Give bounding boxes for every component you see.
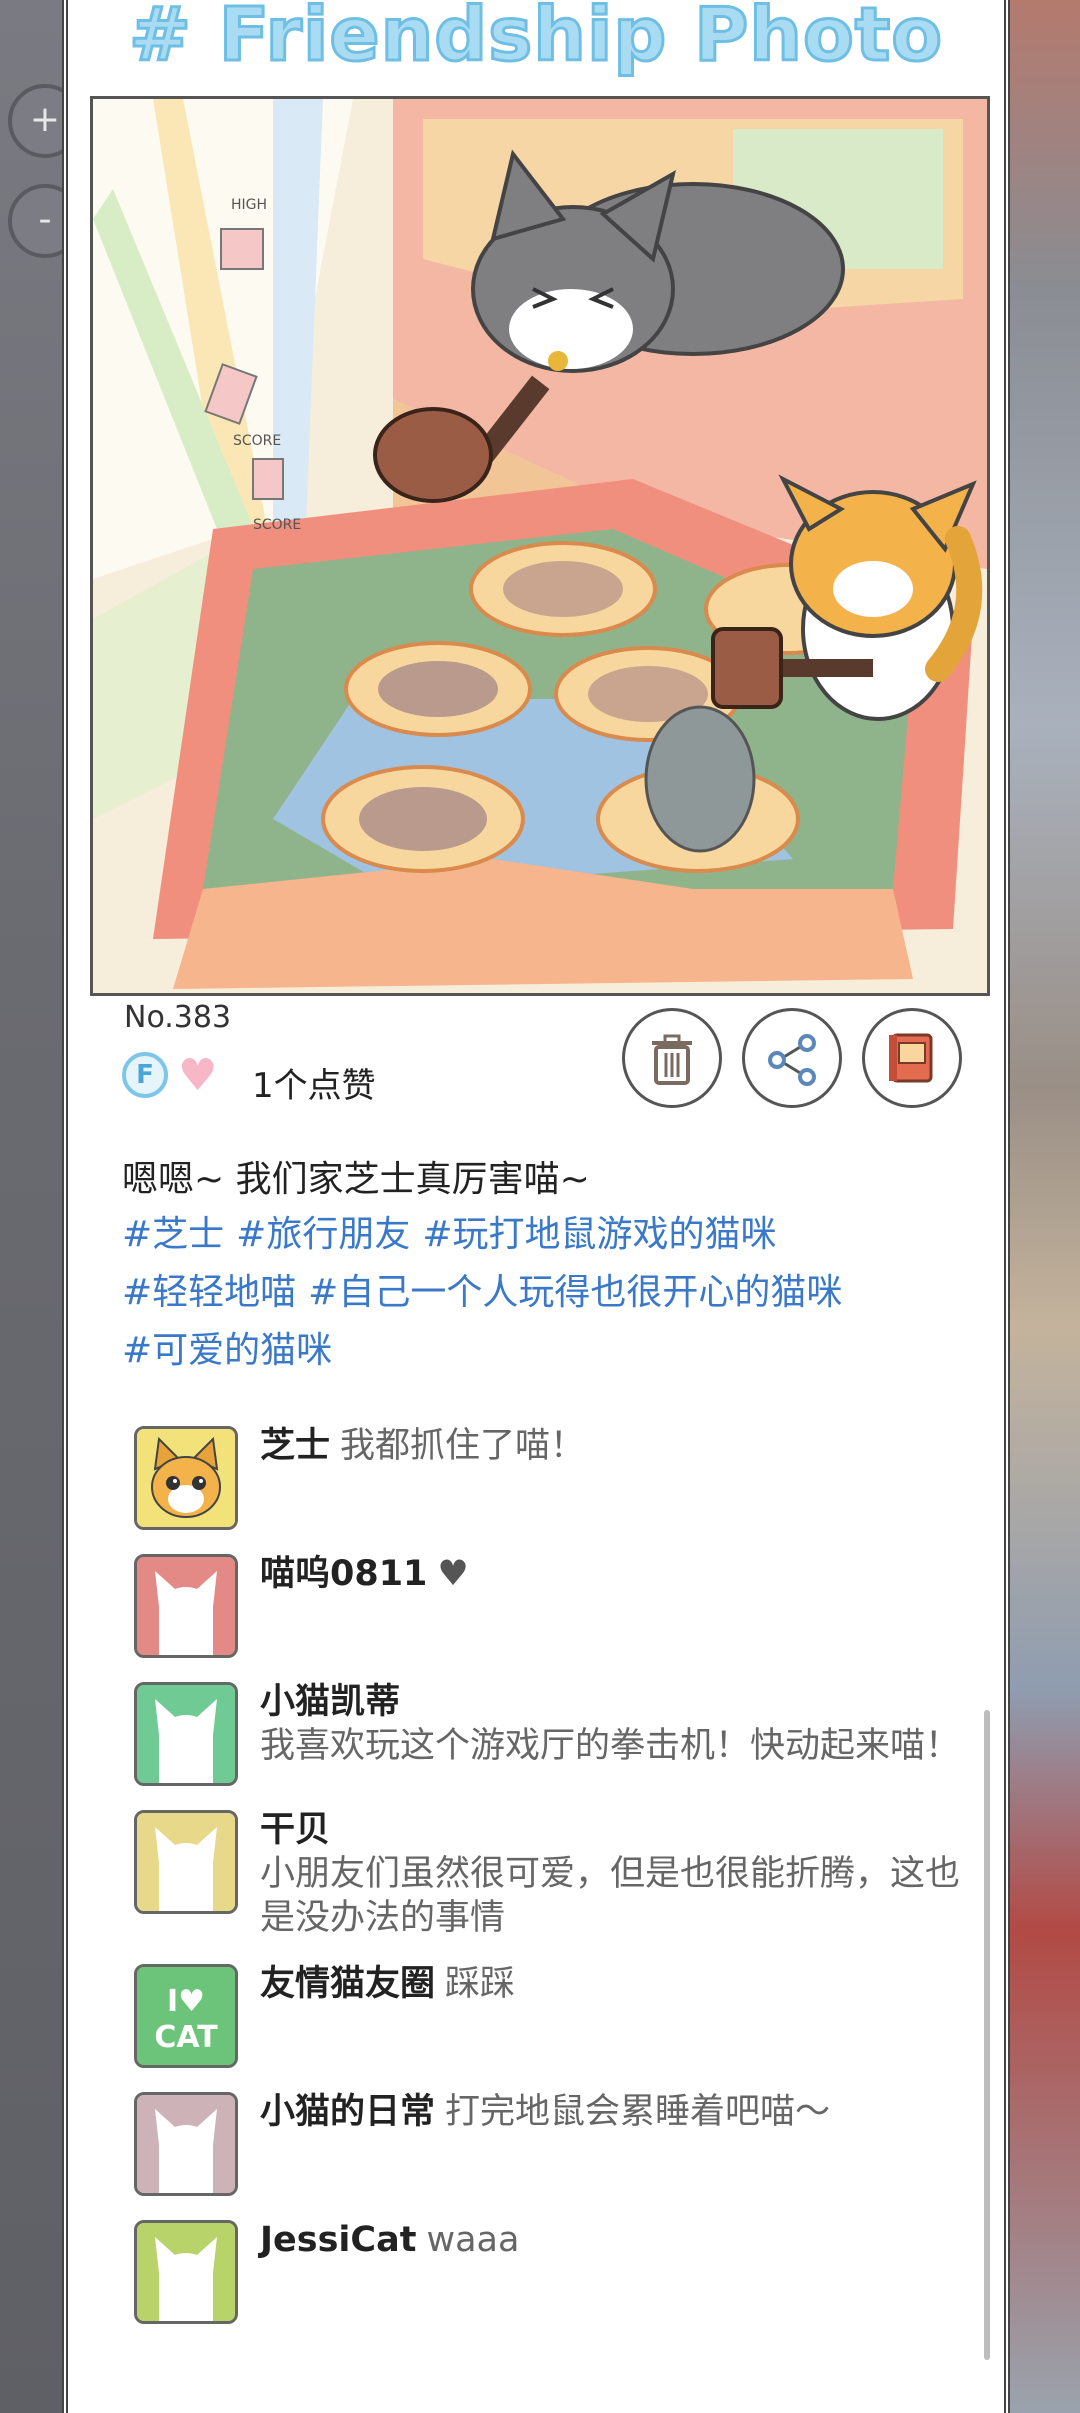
- commenter-name[interactable]: 友情猫友圈: [260, 1964, 435, 2004]
- cat-silhouette-avatar-icon: [137, 2095, 235, 2193]
- comment-list: 芝士 我都抓住了喵！ 喵呜0811 ♥ 小猫凯蒂 我喜欢玩这个游戏厅的拳击机！快动起来…: [134, 1420, 994, 2342]
- hashtag-list: #芝士 #旅行朋友 #玩打地鼠游戏的猫咪 #轻轻地喵 #自己一个人玩得也很开心的猫咪 …: [122, 1206, 982, 1380]
- photo-album-icon: [889, 1033, 933, 1083]
- photo-caption: 嗯嗯~ 我们家芝士真厉害喵~: [122, 1159, 590, 1200]
- background-game-scene-left: [0, 0, 62, 2413]
- hashtag[interactable]: #芝士: [122, 1214, 224, 1255]
- comment-item: 喵呜0811 ♥: [134, 1548, 994, 1658]
- commenter-name[interactable]: 干贝: [260, 1808, 984, 1852]
- commenter-name[interactable]: 小猫的日常: [260, 2092, 435, 2132]
- commenter-name[interactable]: 芝士: [260, 1426, 330, 1466]
- comment-text: 小朋友们虽然很可爱，但是也很能折腾，这也是没办法的事情: [260, 1854, 961, 1938]
- comment-item: I♥ CAT 友情猫友圈 踩踩: [134, 1958, 994, 2068]
- whack-a-mole-cats-illustration: HIGH SCORE SCORE: [93, 99, 987, 993]
- comment-text: 我都抓住了喵！: [340, 1426, 586, 1466]
- friend-badge-icon: F: [122, 1052, 168, 1098]
- comment-text: 踩踩: [445, 1964, 516, 2004]
- comment-item: 芝士 我都抓住了喵！: [134, 1420, 994, 1530]
- cheese-cat-avatar-icon: [137, 1429, 235, 1527]
- cat-silhouette-avatar-icon: [137, 1813, 235, 1911]
- avatar[interactable]: [134, 1682, 238, 1786]
- cat-silhouette-avatar-icon: [137, 1557, 235, 1655]
- heart-icon[interactable]: ♥: [178, 1054, 217, 1098]
- comment-item: 小猫凯蒂 我喜欢玩这个游戏厅的拳击机！快动起来喵！: [134, 1676, 994, 1786]
- avatar[interactable]: I♥ CAT: [134, 1964, 238, 2068]
- sign-text-high: HIGH: [231, 197, 267, 213]
- avatar[interactable]: [134, 2220, 238, 2324]
- photo-number: No.383: [124, 1000, 232, 1035]
- avatar[interactable]: [134, 1426, 238, 1530]
- comment-item: 干贝 小朋友们虽然很可爱，但是也很能折腾，这也是没办法的事情: [134, 1804, 994, 1940]
- share-icon: [768, 1034, 816, 1086]
- avatar[interactable]: [134, 1810, 238, 1914]
- hashtag[interactable]: #玩打地鼠游戏的猫咪: [422, 1214, 776, 1255]
- hashtag[interactable]: #自己一个人玩得也很开心的猫咪: [308, 1272, 842, 1313]
- svg-text:I♥: I♥: [167, 1984, 205, 2019]
- commenter-name[interactable]: 小猫凯蒂: [260, 1680, 984, 1724]
- background-game-scene-right: [1000, 0, 1080, 2413]
- share-button[interactable]: [742, 1008, 842, 1108]
- commenter-name[interactable]: 喵呜0811: [260, 1554, 427, 1594]
- sign-text-score-2: SCORE: [253, 517, 301, 533]
- commenter-name[interactable]: JessiCat: [260, 2220, 416, 2260]
- page-title: # Friendship Photo: [127, 0, 944, 80]
- comment-item: 小猫的日常 打完地鼠会累睡着吧喵～: [134, 2086, 994, 2196]
- comment-text: waaa: [426, 2220, 520, 2260]
- delete-button[interactable]: [622, 1008, 722, 1108]
- heart-comment-icon: ♥: [437, 1554, 469, 1594]
- sign-text-score: SCORE: [233, 433, 281, 449]
- avatar[interactable]: [134, 1554, 238, 1658]
- hashtag[interactable]: #可爱的猫咪: [122, 1330, 332, 1371]
- cat-silhouette-avatar-icon: [137, 1685, 235, 1783]
- avatar[interactable]: [134, 2092, 238, 2196]
- trash-icon: [652, 1034, 692, 1085]
- cat-silhouette-avatar-icon: [137, 2223, 235, 2321]
- comment-scrollbar[interactable]: [984, 1710, 990, 2360]
- hashtag[interactable]: #旅行朋友: [236, 1214, 410, 1255]
- comment-text: 我喜欢玩这个游戏厅的拳击机！快动起来喵！: [260, 1726, 961, 1766]
- hashtag[interactable]: #轻轻地喵: [122, 1272, 296, 1313]
- album-button[interactable]: [862, 1008, 962, 1108]
- friendship-photo[interactable]: HIGH SCORE SCORE: [90, 96, 990, 996]
- friendship-photo-card: # Friendship Photo HIGH SCORE SCORE No.3…: [62, 0, 1010, 2413]
- i-love-cat-avatar-icon: I♥ CAT: [137, 1967, 235, 2065]
- like-count: 1个点赞: [252, 1066, 376, 1106]
- comment-text: 打完地鼠会累睡着吧喵～: [445, 2092, 831, 2132]
- svg-text:CAT: CAT: [154, 2020, 218, 2055]
- comment-item: JessiCat waaa: [134, 2214, 994, 2324]
